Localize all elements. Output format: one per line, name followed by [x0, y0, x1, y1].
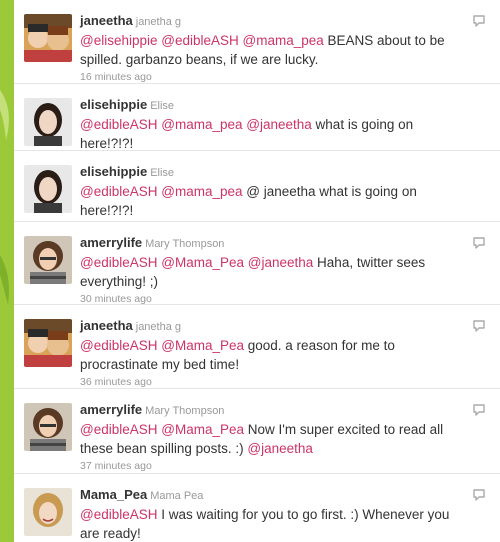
full-name: Mary Thompson [145, 405, 225, 417]
avatar[interactable] [24, 403, 72, 451]
username-link[interactable]: Mama_Pea [80, 487, 147, 502]
mention-link[interactable]: @edibleASH [80, 255, 158, 270]
tweet-body: janeetha janetha g @edibleASH @Mama_Pea go… [80, 317, 466, 390]
full-name: Elise [150, 167, 175, 179]
avatar[interactable] [24, 98, 72, 146]
username-link[interactable]: janeetha [80, 13, 133, 28]
tweet-item: Mama_Pea Mama Pea @edibleASH I was waiting… [14, 474, 500, 542]
username-link[interactable]: janeetha [80, 318, 133, 333]
avatar[interactable] [24, 165, 72, 213]
mention-link[interactable]: @edibleASH [80, 507, 158, 522]
mention-link[interactable]: @mama_pea [243, 33, 324, 48]
tweet-text: @elisehippie @edibleASH @mama_pea BEANS … [80, 31, 466, 69]
full-name: Mary Thompson [145, 238, 225, 250]
full-name: janetha g [135, 16, 182, 28]
mention-link[interactable]: @edibleASH [161, 33, 239, 48]
avatar[interactable] [24, 319, 72, 367]
tweet-header: amerrylife Mary Thompson [80, 401, 466, 420]
mention-link[interactable]: @mama_pea [161, 117, 242, 132]
tweet-item: amerrylife Mary Thompson @edibleASH @Mama_… [14, 222, 500, 305]
full-name: janetha g [135, 321, 182, 333]
tweet-body: janeetha janetha g @elisehippie @edibleASH… [80, 12, 466, 85]
mention-link[interactable]: @janeetha [247, 441, 313, 456]
mention-link[interactable]: @edibleASH [80, 117, 158, 132]
reply-icon[interactable] [472, 488, 486, 502]
avatar[interactable] [24, 236, 72, 284]
reply-icon[interactable] [472, 236, 486, 250]
full-name: Elise [150, 100, 175, 112]
mention-link[interactable]: @elisehippie [80, 33, 158, 48]
tweet-item: janeetha janetha g @elisehippie @edibleASH… [14, 0, 500, 84]
mention-link[interactable]: @mama_pea [161, 184, 242, 199]
mention-link[interactable]: @edibleASH [80, 184, 158, 199]
username-link[interactable]: amerrylife [80, 235, 142, 250]
timeline: janeetha janetha g @elisehippie @edibleASH… [14, 0, 500, 542]
mention-link[interactable]: @edibleASH [80, 422, 158, 437]
timestamp-link[interactable]: 37 minutes ago [80, 459, 466, 474]
tweet-header: elisehippie Elise [80, 96, 466, 115]
mention-link[interactable]: @Mama_Pea [161, 255, 244, 270]
avatar[interactable] [24, 14, 72, 62]
tweet-text: @edibleASH @Mama_Pea Now I'm super excit… [80, 420, 466, 458]
username-link[interactable]: elisehippie [80, 97, 147, 112]
username-link[interactable]: elisehippie [80, 164, 147, 179]
tweet-header: elisehippie Elise [80, 163, 466, 182]
tweet-header: Mama_Pea Mama Pea [80, 486, 466, 505]
full-name: Mama Pea [150, 490, 204, 502]
timestamp-link[interactable]: 36 minutes ago [80, 375, 466, 390]
tweet-item: amerrylife Mary Thompson @edibleASH @Mama_… [14, 389, 500, 474]
username-link[interactable]: amerrylife [80, 402, 142, 417]
avatar[interactable] [24, 488, 72, 536]
tweet-text: @edibleASH @Mama_Pea good. a reason for … [80, 336, 466, 374]
reply-icon[interactable] [472, 319, 486, 333]
mention-link[interactable]: @Mama_Pea [161, 338, 244, 353]
tweet-header: janeetha janetha g [80, 12, 466, 31]
reply-icon[interactable] [472, 403, 486, 417]
tweet-item: janeetha janetha g @edibleASH @Mama_Pea go… [14, 305, 500, 389]
mention-link[interactable]: @janeetha [248, 255, 314, 270]
tweet-item: elisehippie Elise @edibleASH @mama_pea @ j… [14, 151, 500, 234]
tweet-body: amerrylife Mary Thompson @edibleASH @Mama_… [80, 234, 466, 307]
tweet-text: @edibleASH @Mama_Pea @janeetha Haha, twi… [80, 253, 466, 291]
tweet-text: @edibleASH I was waiting for you to go f… [80, 505, 466, 542]
mention-link[interactable]: @edibleASH [80, 338, 158, 353]
tweet-header: amerrylife Mary Thompson [80, 234, 466, 253]
timestamp-link[interactable]: 16 minutes ago [80, 70, 466, 85]
background-leaf-decoration [0, 250, 14, 320]
tweet-text: @edibleASH @mama_pea @ janeetha what is … [80, 182, 466, 220]
reply-icon[interactable] [472, 14, 486, 28]
tweet-text: @edibleASH @mama_pea @janeetha what is g… [80, 115, 466, 153]
tweet-body: Mama_Pea Mama Pea @edibleASH I was waiting… [80, 486, 466, 542]
tweet-header: janeetha janetha g [80, 317, 466, 336]
mention-link[interactable]: @Mama_Pea [161, 422, 244, 437]
mention-link[interactable]: @janeetha [246, 117, 312, 132]
background-leaf-decoration [0, 80, 14, 150]
tweet-item: elisehippie Elise @edibleASH @mama_pea @ja… [14, 84, 500, 167]
tweet-body: amerrylife Mary Thompson @edibleASH @Mama_… [80, 401, 466, 474]
